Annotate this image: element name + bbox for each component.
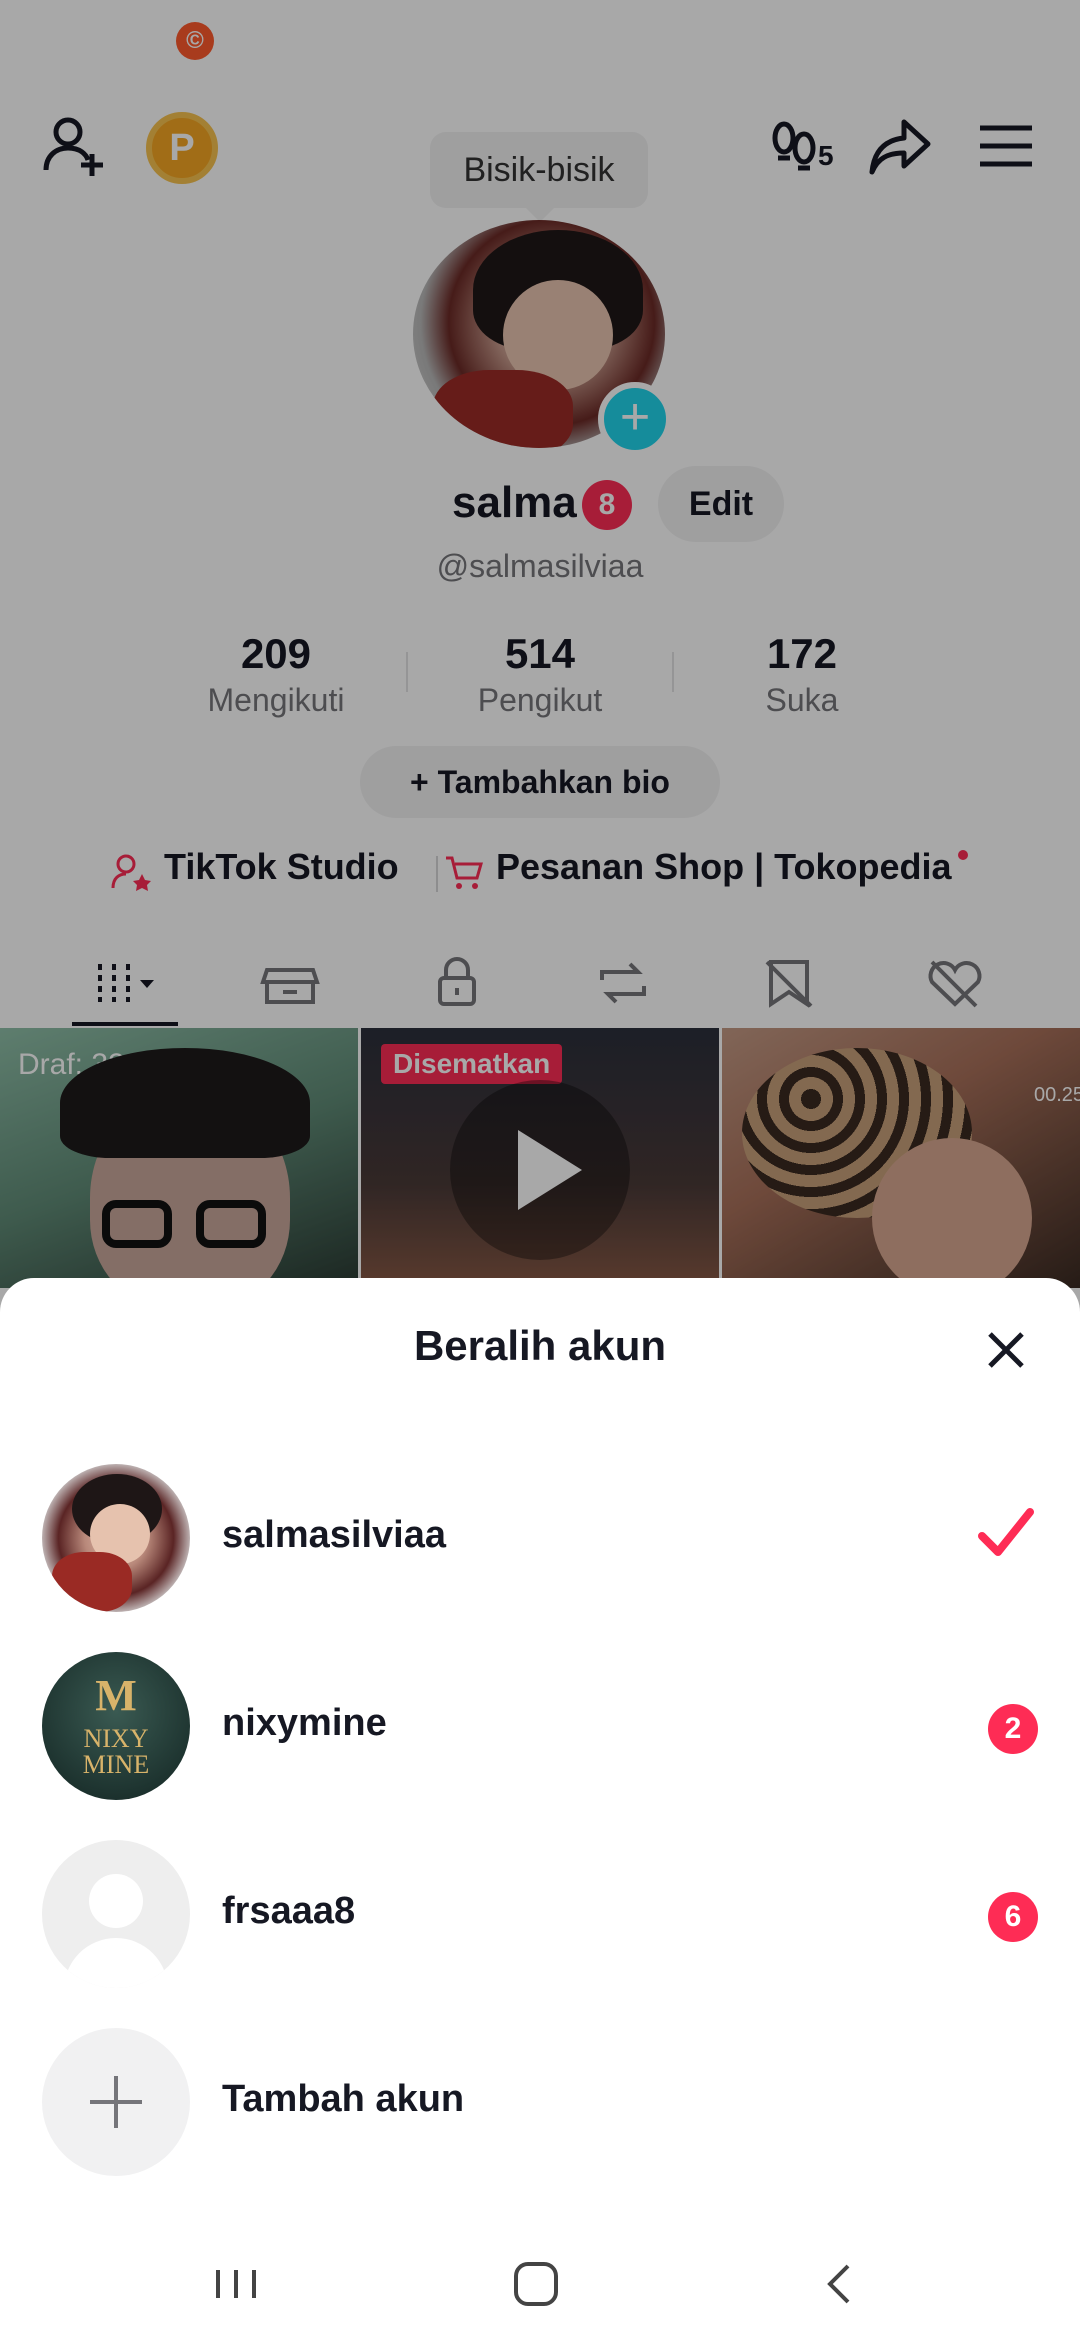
add-account-row[interactable]: Tambah akun [0,2020,1080,2180]
notification-badge: 6 [988,1892,1038,1942]
avatar: M NIXY MINE [42,1652,190,1800]
plus-icon [42,2028,190,2176]
account-row-nixymine[interactable]: M NIXY MINE nixymine 2 [0,1644,1080,1804]
checkmark-icon [978,1508,1034,1556]
default-avatar-icon [42,1840,190,1988]
account-row-salmasilviaa[interactable]: salmasilviaa [0,1456,1080,1616]
system-nav-bar [0,2230,1080,2340]
add-account-label: Tambah akun [222,2078,465,2120]
nixy-logo-text: NIXY MINE [82,1724,150,1779]
account-name: nixymine [222,1702,387,1744]
switch-account-sheet: Beralih akun salmasilviaa M NIXY MINE nix… [0,1278,1080,2340]
close-icon[interactable] [980,1324,1032,1376]
account-name: salmasilviaa [222,1514,446,1556]
home-icon[interactable] [496,2254,576,2314]
back-icon[interactable] [800,2254,880,2314]
account-name: frsaaa8 [222,1890,356,1932]
sheet-title: Beralih akun [413,1322,667,1369]
recents-icon[interactable] [196,2254,276,2314]
account-row-frsaaa8[interactable]: frsaaa8 6 [0,1832,1080,1992]
avatar [42,1464,190,1612]
nixy-logo-mark: M [95,1671,137,1720]
notification-badge: 2 [988,1704,1038,1754]
